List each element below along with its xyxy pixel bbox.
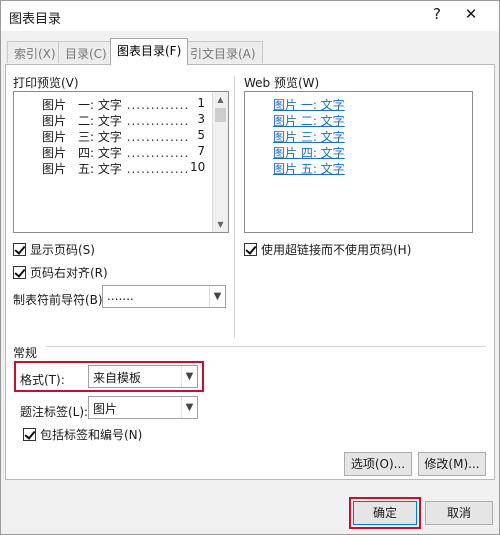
show-page-numbers-checkbox[interactable]: 显示页码(S) <box>13 241 95 258</box>
dialog-title: 图表目录 <box>9 12 62 27</box>
general-section-label: 常规 <box>13 346 38 360</box>
scroll-down-icon[interactable]: ▼ <box>213 217 228 232</box>
tab-toc[interactable]: 目录(C) <box>58 41 114 63</box>
tab-panel: 打印预览(V) 图片 一: 文字1 图片 二: 文字3 图片 三: 文字5 图片… <box>5 64 495 480</box>
checkbox-checked-icon[interactable] <box>13 266 26 279</box>
format-highlight-box <box>14 361 204 392</box>
scroll-up-icon[interactable]: ▲ <box>213 92 228 107</box>
checkbox-checked-icon[interactable] <box>244 243 257 256</box>
use-hyperlinks-checkbox[interactable]: 使用超链接而不使用页码(H) <box>244 241 411 258</box>
web-preview-link[interactable]: 图片 五: 文字 <box>273 160 345 177</box>
tab-index[interactable]: 索引(X) <box>7 41 63 63</box>
web-preview-link[interactable]: 图片 四: 文字 <box>273 144 345 161</box>
web-preview-link[interactable]: 图片 一: 文字 <box>273 96 345 113</box>
tab-table-of-figures[interactable]: 图表目录(F) <box>110 38 189 65</box>
modify-button[interactable]: 修改(M)... <box>418 452 486 476</box>
tab-table-of-authorities[interactable]: 引文目录(A) <box>183 41 263 63</box>
web-preview-link[interactable]: 图片 三: 文字 <box>273 128 345 145</box>
print-preview-scrollbar[interactable]: ▲ ▼ <box>212 92 228 232</box>
ok-highlight-box <box>349 497 421 529</box>
options-button[interactable]: 选项(O)... <box>344 452 412 476</box>
scroll-thumb[interactable] <box>215 108 226 122</box>
caption-label-select[interactable]: 图片 ▼ <box>88 396 198 419</box>
title-bar: 图表目录 ? ✕ <box>1 1 499 31</box>
general-divider <box>46 346 486 347</box>
checkbox-checked-icon[interactable] <box>13 243 26 256</box>
tab-leader-label: 制表符前导符(B): <box>13 293 107 307</box>
include-label-number-checkbox[interactable]: 包括标签和编号(N) <box>23 426 142 443</box>
web-preview-link[interactable]: 图片 二: 文字 <box>273 112 345 129</box>
help-button[interactable]: ? <box>427 5 447 27</box>
close-button[interactable]: ✕ <box>457 5 485 27</box>
tab-leader-select[interactable]: ....... ▼ <box>102 285 226 308</box>
checkbox-checked-icon[interactable] <box>23 428 36 441</box>
print-preview-box[interactable]: 图片 一: 文字1 图片 二: 文字3 图片 三: 文字5 图片 四: 文字7 … <box>13 91 229 233</box>
caption-label: 题注标签(L): <box>20 405 89 419</box>
chevron-down-icon[interactable]: ▼ <box>209 286 225 307</box>
print-preview-label: 打印预览(V) <box>13 76 79 90</box>
toc-figures-dialog: 图表目录 ? ✕ 索引(X) 目录(C) 图表目录(F) 引文目录(A) 打印预… <box>0 0 500 535</box>
web-preview-label: Web 预览(W) <box>244 76 320 90</box>
preview-divider <box>234 76 235 338</box>
web-preview-box[interactable]: 图片 一: 文字 图片 二: 文字 图片 三: 文字 图片 四: 文字 图片 五… <box>244 91 473 233</box>
cancel-button[interactable]: 取消 <box>425 501 493 525</box>
chevron-down-icon[interactable]: ▼ <box>181 397 197 418</box>
right-align-checkbox[interactable]: 页码右对齐(R) <box>13 264 108 281</box>
